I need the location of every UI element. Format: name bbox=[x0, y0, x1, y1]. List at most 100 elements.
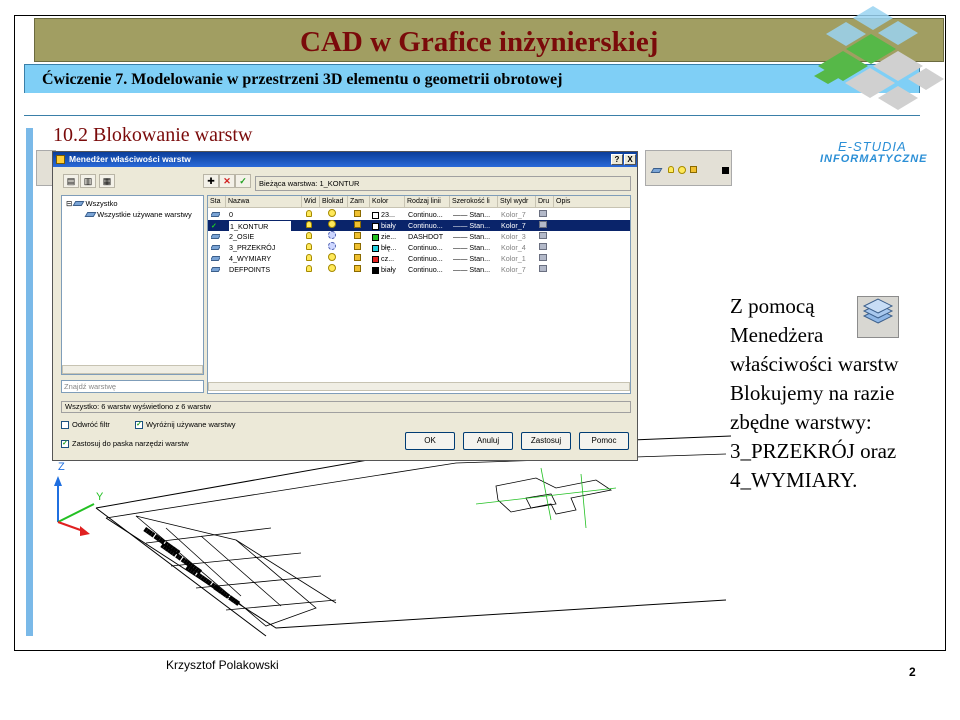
current-check-icon: ✓ bbox=[211, 221, 218, 230]
column-header[interactable]: Nazwa bbox=[226, 196, 302, 208]
cad-layer-toolbar[interactable] bbox=[645, 150, 732, 186]
layer-lineweight: —— Stan... bbox=[453, 232, 491, 241]
side-text-line: Menedżera bbox=[730, 323, 824, 347]
layer-plotstyle: Kolor_3 bbox=[501, 232, 526, 241]
e-studia-logo-icon bbox=[814, 6, 944, 110]
tree-scrollbar[interactable] bbox=[62, 365, 203, 374]
cancel-button[interactable]: Anuluj bbox=[463, 432, 513, 450]
ok-button[interactable]: OK bbox=[405, 432, 455, 450]
help-button[interactable]: ? bbox=[611, 154, 623, 165]
lock-icon bbox=[354, 253, 361, 264]
lock-icon bbox=[354, 264, 361, 275]
lock-icon bbox=[354, 220, 361, 231]
layer-row[interactable]: DEFPOINTS biały Continuo... —— Stan... Kolor… bbox=[208, 264, 630, 275]
layer-name: 4_WYMIARY bbox=[229, 254, 272, 263]
layer-row[interactable]: 3_PRZEKRÓJ błę... Continuo... —— Stan... Kol… bbox=[208, 242, 630, 253]
thawed-icon bbox=[328, 220, 336, 231]
left-accent-stripe bbox=[26, 128, 33, 636]
frozen-icon bbox=[328, 242, 336, 253]
layer-linetype: Continuo... bbox=[408, 221, 443, 230]
visibility-bulb-icon bbox=[306, 220, 312, 231]
logo-text-estudia: E-STUDIA bbox=[838, 139, 907, 154]
layer-color-name: 23... bbox=[381, 210, 395, 219]
layer-lineweight-label: Stan... bbox=[469, 210, 491, 219]
layer-linetype: Continuo... bbox=[408, 210, 443, 219]
layer-lineweight-label: Stan... bbox=[469, 265, 491, 274]
plot-printer-icon bbox=[539, 242, 547, 253]
layers-icon bbox=[650, 168, 663, 173]
layer-plotstyle: Kolor_1 bbox=[501, 254, 526, 263]
layer-plotstyle: Kolor_4 bbox=[501, 243, 526, 252]
svg-text:██████ ████: ██████ ████ bbox=[213, 585, 241, 607]
layer-manager-dialog: Menedżer właściwości warstw ? X ▤ ▥ ▦ ✚ … bbox=[52, 151, 638, 461]
current-layer-label: Bieżąca warstwa: 1_KONTUR bbox=[255, 176, 631, 191]
column-header[interactable]: Szerokość li bbox=[450, 196, 498, 208]
column-header[interactable]: Rodzaj linii bbox=[405, 196, 450, 208]
column-header[interactable]: Wid bbox=[302, 196, 320, 208]
column-header[interactable]: Zam bbox=[348, 196, 370, 208]
highlight-used-checkbox[interactable]: ✓ Wyróżnij używane warstwy bbox=[135, 420, 236, 430]
layer-lineweight-label: Stan... bbox=[469, 221, 491, 230]
layer-color: biały bbox=[372, 264, 396, 275]
column-header[interactable]: Kolor bbox=[370, 196, 405, 208]
highlight-used-label: Wyróżnij używane warstwy bbox=[146, 420, 236, 429]
side-text-line: 4_WYMIARY. bbox=[730, 468, 858, 492]
layer-lineweight: —— Stan... bbox=[453, 265, 491, 274]
column-header[interactable]: Sta bbox=[208, 196, 226, 208]
plot-printer-icon bbox=[539, 253, 547, 264]
layer-row[interactable]: 0 23... Continuo... —— Stan... Kolor_7 bbox=[208, 209, 630, 220]
lock-icon bbox=[354, 242, 361, 253]
close-button[interactable]: X bbox=[624, 154, 636, 165]
layer-color-name: cz... bbox=[381, 254, 395, 263]
layer-color-name: biały bbox=[381, 265, 396, 274]
layer-plotstyle: Kolor_7 bbox=[501, 221, 526, 230]
layer-lineweight: —— Stan... bbox=[453, 254, 491, 263]
invert-filter-checkbox[interactable]: Odwróć filtr bbox=[61, 420, 110, 430]
layers-icon bbox=[72, 201, 85, 206]
side-text-line: Z pomocą bbox=[730, 294, 815, 318]
sun-icon bbox=[678, 166, 686, 174]
delete-layer-icon[interactable]: ✕ bbox=[219, 174, 235, 188]
grid-scrollbar[interactable] bbox=[208, 382, 630, 391]
layer-plotstyle: Kolor_7 bbox=[501, 265, 526, 274]
visibility-bulb-icon bbox=[306, 253, 312, 264]
plot-printer-icon bbox=[539, 264, 547, 275]
side-text-line: 3_PRZEKRÓJ oraz bbox=[730, 439, 897, 463]
layer-row[interactable]: 4_WYMIARY cz... Continuo... —— Stan... Kolor… bbox=[208, 253, 630, 264]
layer-status-icon bbox=[211, 264, 220, 275]
new-layer-icon[interactable]: ✚ bbox=[203, 174, 219, 188]
layer-states-icon[interactable]: ▦ bbox=[99, 174, 115, 188]
column-header[interactable]: Opis bbox=[554, 196, 630, 208]
layer-linetype: DASHDOT bbox=[408, 232, 444, 241]
tree-item-all[interactable]: ⊟ Wszystko bbox=[66, 199, 118, 208]
side-explanation: Z pomocą Menedżera właściwości warstw Bloku… bbox=[730, 292, 940, 495]
new-filter-icon[interactable]: ▤ bbox=[63, 174, 79, 188]
layer-row[interactable]: 2_OSIE zie... DASHDOT —— Stan... Kolor_3 bbox=[208, 231, 630, 242]
apply-toolbar-checkbox[interactable]: ✓ Zastosuj do paska narzędzi warstw bbox=[61, 439, 189, 449]
section-heading: 10.2 Blokowanie warstw bbox=[53, 124, 253, 146]
visibility-bulb-icon bbox=[306, 264, 312, 275]
layer-color: biały bbox=[372, 220, 396, 231]
apply-button[interactable]: Zastosuj bbox=[521, 432, 571, 450]
color-swatch-icon bbox=[722, 167, 729, 174]
search-layer-input[interactable]: Znajdź warstwę bbox=[61, 380, 204, 393]
layer-row[interactable]: ✓ 1_KONTUR biały Continuo... —— Stan... Kolor… bbox=[208, 220, 630, 232]
column-header[interactable]: Dru bbox=[536, 196, 554, 208]
side-text-line: właściwości warstw bbox=[730, 352, 899, 376]
logo-text-informatyczne: INFORMATYCZNE bbox=[820, 153, 928, 165]
layer-color: cz... bbox=[372, 253, 394, 264]
layer-color-name: biały bbox=[381, 221, 396, 230]
lock-icon bbox=[690, 166, 697, 173]
set-current-icon[interactable]: ✓ bbox=[235, 174, 251, 188]
layer-linetype: Continuo... bbox=[408, 243, 443, 252]
page-number: 2 bbox=[909, 665, 916, 679]
layer-name: 0 bbox=[229, 210, 233, 219]
column-header[interactable]: Styl wydr bbox=[498, 196, 536, 208]
tree-item-used[interactable]: Wszystkie używane warstwy bbox=[84, 210, 192, 219]
layer-color: zie... bbox=[372, 231, 396, 242]
help-dialog-button[interactable]: Pomoc bbox=[579, 432, 629, 450]
layer-linetype: Continuo... bbox=[408, 254, 443, 263]
new-group-filter-icon[interactable]: ▥ bbox=[80, 174, 96, 188]
column-header[interactable]: Blokad bbox=[320, 196, 348, 208]
filter-tree: ⊟ Wszystko Wszystkie używane warstwy bbox=[61, 195, 204, 375]
